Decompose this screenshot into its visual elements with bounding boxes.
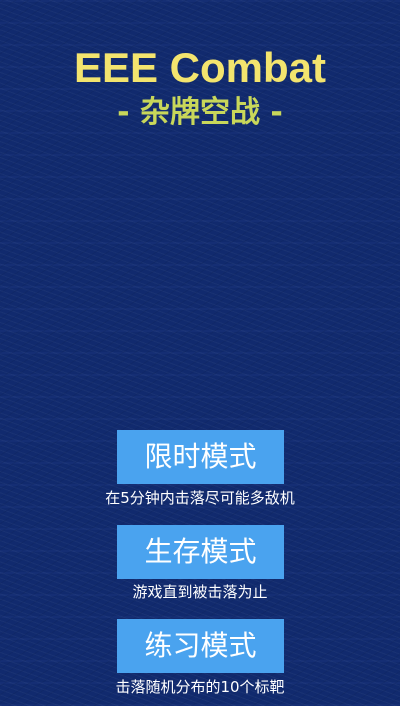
practice-mode-button[interactable]: 练习模式 [117, 619, 284, 673]
game-subtitle: - 杂牌空战 - [117, 95, 283, 130]
page-margin [400, 0, 409, 706]
game-title: EEE Combat [73, 44, 327, 91]
game-menu-screen: EEE Combat - 杂牌空战 - 限时模式 在5分钟内击落尽可能多敌机 生… [0, 0, 400, 706]
time-limit-mode-description: 在5分钟内击落尽可能多敌机 [105, 489, 295, 507]
survival-mode-description: 游戏直到被击落为止 [132, 583, 268, 601]
practice-mode-description: 击落随机分布的10个标靶 [115, 678, 285, 696]
survival-mode-button[interactable]: 生存模式 [117, 525, 284, 579]
time-limit-mode-button[interactable]: 限时模式 [117, 430, 284, 484]
